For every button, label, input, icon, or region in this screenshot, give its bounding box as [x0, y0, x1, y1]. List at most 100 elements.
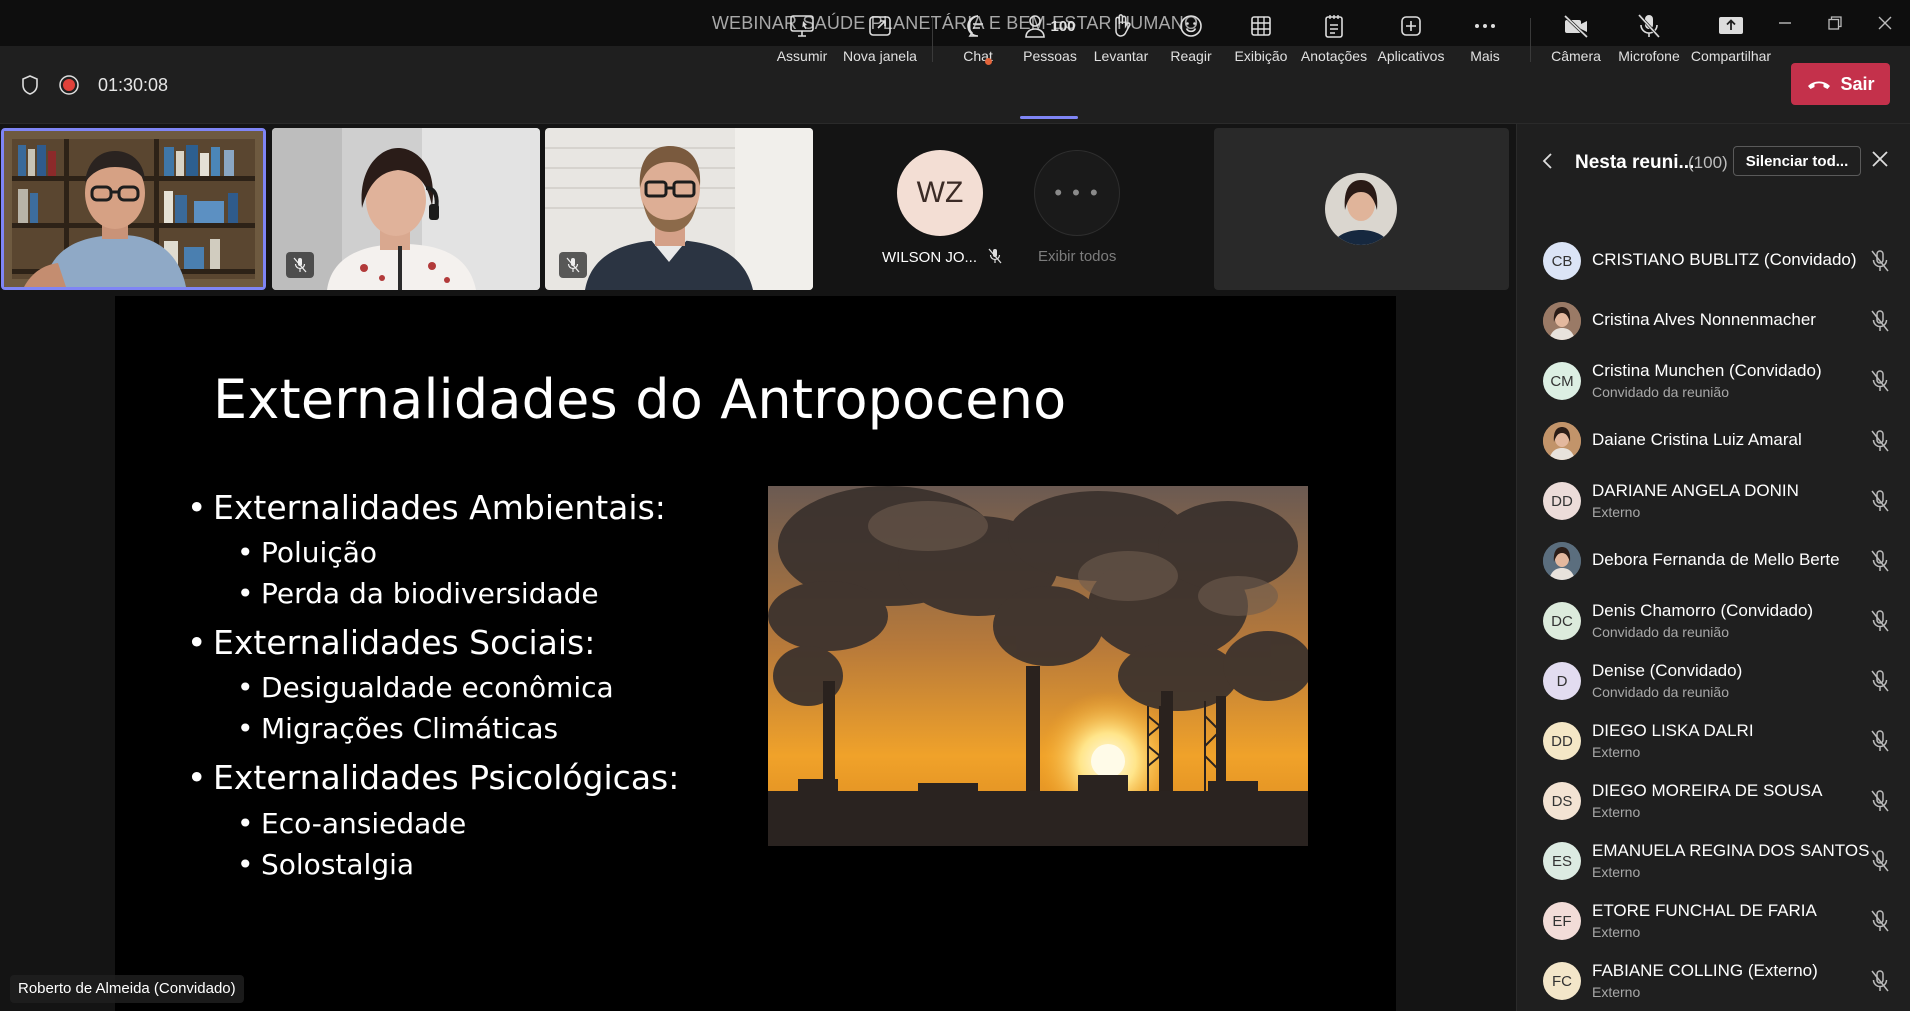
mic-off-icon — [1871, 610, 1889, 632]
slide-sub-bullet: Eco-ansiedade — [237, 807, 466, 840]
participant-row[interactable]: CM Cristina Munchen (Convidado) Convidado … — [1517, 351, 1910, 411]
slide-bullet-3: Externalidades Psicológicas: — [187, 758, 679, 797]
participant-row[interactable]: EF ETORE FUNCHAL DE FARIA Externo — [1517, 891, 1910, 951]
restore-button[interactable] — [1810, 0, 1860, 46]
shield-icon[interactable] — [20, 74, 40, 96]
slide-smokestacks-image — [768, 486, 1308, 846]
participant-role: Externo — [1592, 924, 1641, 940]
aplicativos-button[interactable]: Aplicativos — [1376, 10, 1446, 72]
video-tile-presenter[interactable] — [1, 128, 266, 290]
participant-6-avatar — [1325, 173, 1397, 245]
participant-name: DIEGO LISKA DALRI — [1592, 721, 1754, 740]
participant-row[interactable]: DD DIEGO LISKA DALRI Externo — [1517, 711, 1910, 771]
mic-off-icon — [1871, 730, 1889, 752]
slide-sub-bullet: Migrações Climáticas — [237, 712, 558, 745]
participant-avatar: CB — [1543, 242, 1581, 280]
notes-icon — [1325, 15, 1343, 38]
participant-2-muted-indicator — [286, 252, 314, 278]
people-count: 100 — [1050, 17, 1076, 35]
participant-name: ETORE FUNCHAL DE FARIA — [1592, 901, 1817, 920]
participant-avatar: DD — [1543, 722, 1581, 760]
show-all-label: Exibir todos — [1038, 248, 1117, 265]
add-app-icon — [1401, 16, 1421, 36]
mais-button[interactable]: Mais — [1468, 10, 1502, 72]
participant-name: FABIANE COLLING (Externo) — [1592, 961, 1818, 980]
more-options-icon — [1475, 24, 1495, 28]
participant-avatar: DD — [1543, 482, 1581, 520]
presentation-slide: Externalidades do Antropoceno Externalid… — [115, 296, 1396, 1011]
chevron-left-icon[interactable] — [1541, 152, 1555, 170]
participant-name: Denise (Convidado) — [1592, 661, 1743, 680]
participant-avatar: DC — [1543, 602, 1581, 640]
microfone-button[interactable]: Microfone — [1616, 10, 1682, 72]
participant-row[interactable]: DD DARIANE ANGELA DONIN Externo — [1517, 471, 1910, 531]
close-window-button[interactable] — [1860, 0, 1910, 46]
panel-title: Nesta reuni... — [1575, 152, 1695, 173]
participant-avatar — [1543, 422, 1581, 460]
smiley-icon — [1180, 15, 1202, 37]
meeting-timer: 01:30:08 — [98, 74, 169, 95]
mic-off-icon — [1637, 13, 1661, 39]
anotacoes-button[interactable]: Anotações — [1300, 10, 1368, 72]
participant-avatar: DS — [1543, 782, 1581, 820]
compartilhar-button[interactable]: Compartilhar — [1690, 10, 1772, 72]
nova-janela-button[interactable]: Nova janela — [843, 10, 917, 72]
mic-off-icon — [1871, 490, 1889, 512]
assumir-button[interactable]: Assumir — [776, 10, 828, 72]
slide-sub-bullet: Solostalgia — [237, 848, 414, 881]
participant-row[interactable]: FC FABIANE COLLING (Externo) Externo — [1517, 951, 1910, 1011]
participant-row[interactable]: CB CRISTIANO BUBLITZ (Convidado) — [1517, 231, 1910, 291]
close-panel-icon[interactable] — [1869, 148, 1891, 170]
pop-out-icon — [869, 16, 891, 36]
video-tile-participant-3[interactable] — [545, 128, 813, 290]
participant-row[interactable]: DC Denis Chamorro (Convidado) Convidado da… — [1517, 591, 1910, 651]
recording-icon — [59, 75, 79, 95]
wilson-avatar[interactable]: WZ — [897, 150, 983, 236]
participant-role: Externo — [1592, 744, 1641, 760]
mic-off-icon — [1871, 910, 1889, 932]
participant-name: Denis Chamorro (Convidado) — [1592, 601, 1814, 620]
levantar-button[interactable]: Levantar — [1094, 10, 1148, 72]
meeting-status: 01:30:08 — [20, 46, 168, 124]
show-all-button[interactable]: • • • — [1034, 150, 1120, 236]
mic-off-icon — [1871, 370, 1889, 392]
mic-off-icon — [1871, 970, 1889, 992]
participant-row[interactable]: D Denise (Convidado) Convidado da reunião — [1517, 651, 1910, 711]
participant-role: Externo — [1592, 804, 1641, 820]
mic-off-icon — [1871, 850, 1889, 872]
video-strip — [0, 124, 1510, 294]
pessoas-button[interactable]: 100 Pessoas — [1020, 10, 1080, 72]
exibicao-button[interactable]: Exibição — [1234, 10, 1288, 72]
participant-name: Daiane Cristina Luiz Amaral — [1592, 430, 1802, 449]
slide-bullet-2: Externalidades Sociais: — [187, 623, 595, 662]
participant-avatar: FC — [1543, 962, 1581, 1000]
slide-title: Externalidades do Antropoceno — [213, 368, 1067, 431]
participant-role: Externo — [1592, 984, 1641, 1000]
participant-row[interactable]: DS DIEGO MOREIRA DE SOUSA Externo — [1517, 771, 1910, 831]
chat-unread-dot — [985, 58, 992, 65]
leave-button[interactable]: Sair — [1791, 63, 1890, 105]
participant-list: CB CRISTIANO BUBLITZ (Convidado) Cristina … — [1517, 231, 1910, 1011]
participant-name: Cristina Munchen (Convidado) — [1592, 361, 1822, 380]
participant-role: Convidado da reunião — [1592, 624, 1729, 640]
video-tile-participant-2[interactable] — [272, 128, 540, 290]
restore-icon — [1828, 16, 1842, 30]
chat-button[interactable]: Chat — [958, 10, 998, 72]
participant-name: CRISTIANO BUBLITZ (Convidado) — [1592, 250, 1857, 269]
participant-name: DARIANE ANGELA DONIN — [1592, 481, 1799, 500]
participant-name: Cristina Alves Nonnenmacher — [1592, 310, 1816, 329]
participants-panel: Nesta reuni... (100) Silenciar tod... CB… — [1516, 124, 1910, 1011]
participant-row[interactable]: ES EMANUELA REGINA DOS SANTOS Externo — [1517, 831, 1910, 891]
slide-sub-bullet: Desigualdade econômica — [237, 671, 614, 704]
mic-off-icon — [1871, 550, 1889, 572]
people-icon — [1025, 15, 1046, 38]
camera-button[interactable]: Câmera — [1551, 10, 1601, 72]
reagir-button[interactable]: Reagir — [1168, 10, 1214, 72]
mute-all-button[interactable]: Silenciar tod... — [1733, 146, 1861, 176]
close-icon — [1878, 16, 1892, 30]
video-tile-participant-6[interactable] — [1214, 128, 1509, 290]
participant-row[interactable]: Cristina Alves Nonnenmacher — [1517, 291, 1910, 351]
mic-off-icon — [1871, 670, 1889, 692]
participant-row[interactable]: Daiane Cristina Luiz Amaral — [1517, 411, 1910, 471]
participant-row[interactable]: Debora Fernanda de Mello Berte — [1517, 531, 1910, 591]
